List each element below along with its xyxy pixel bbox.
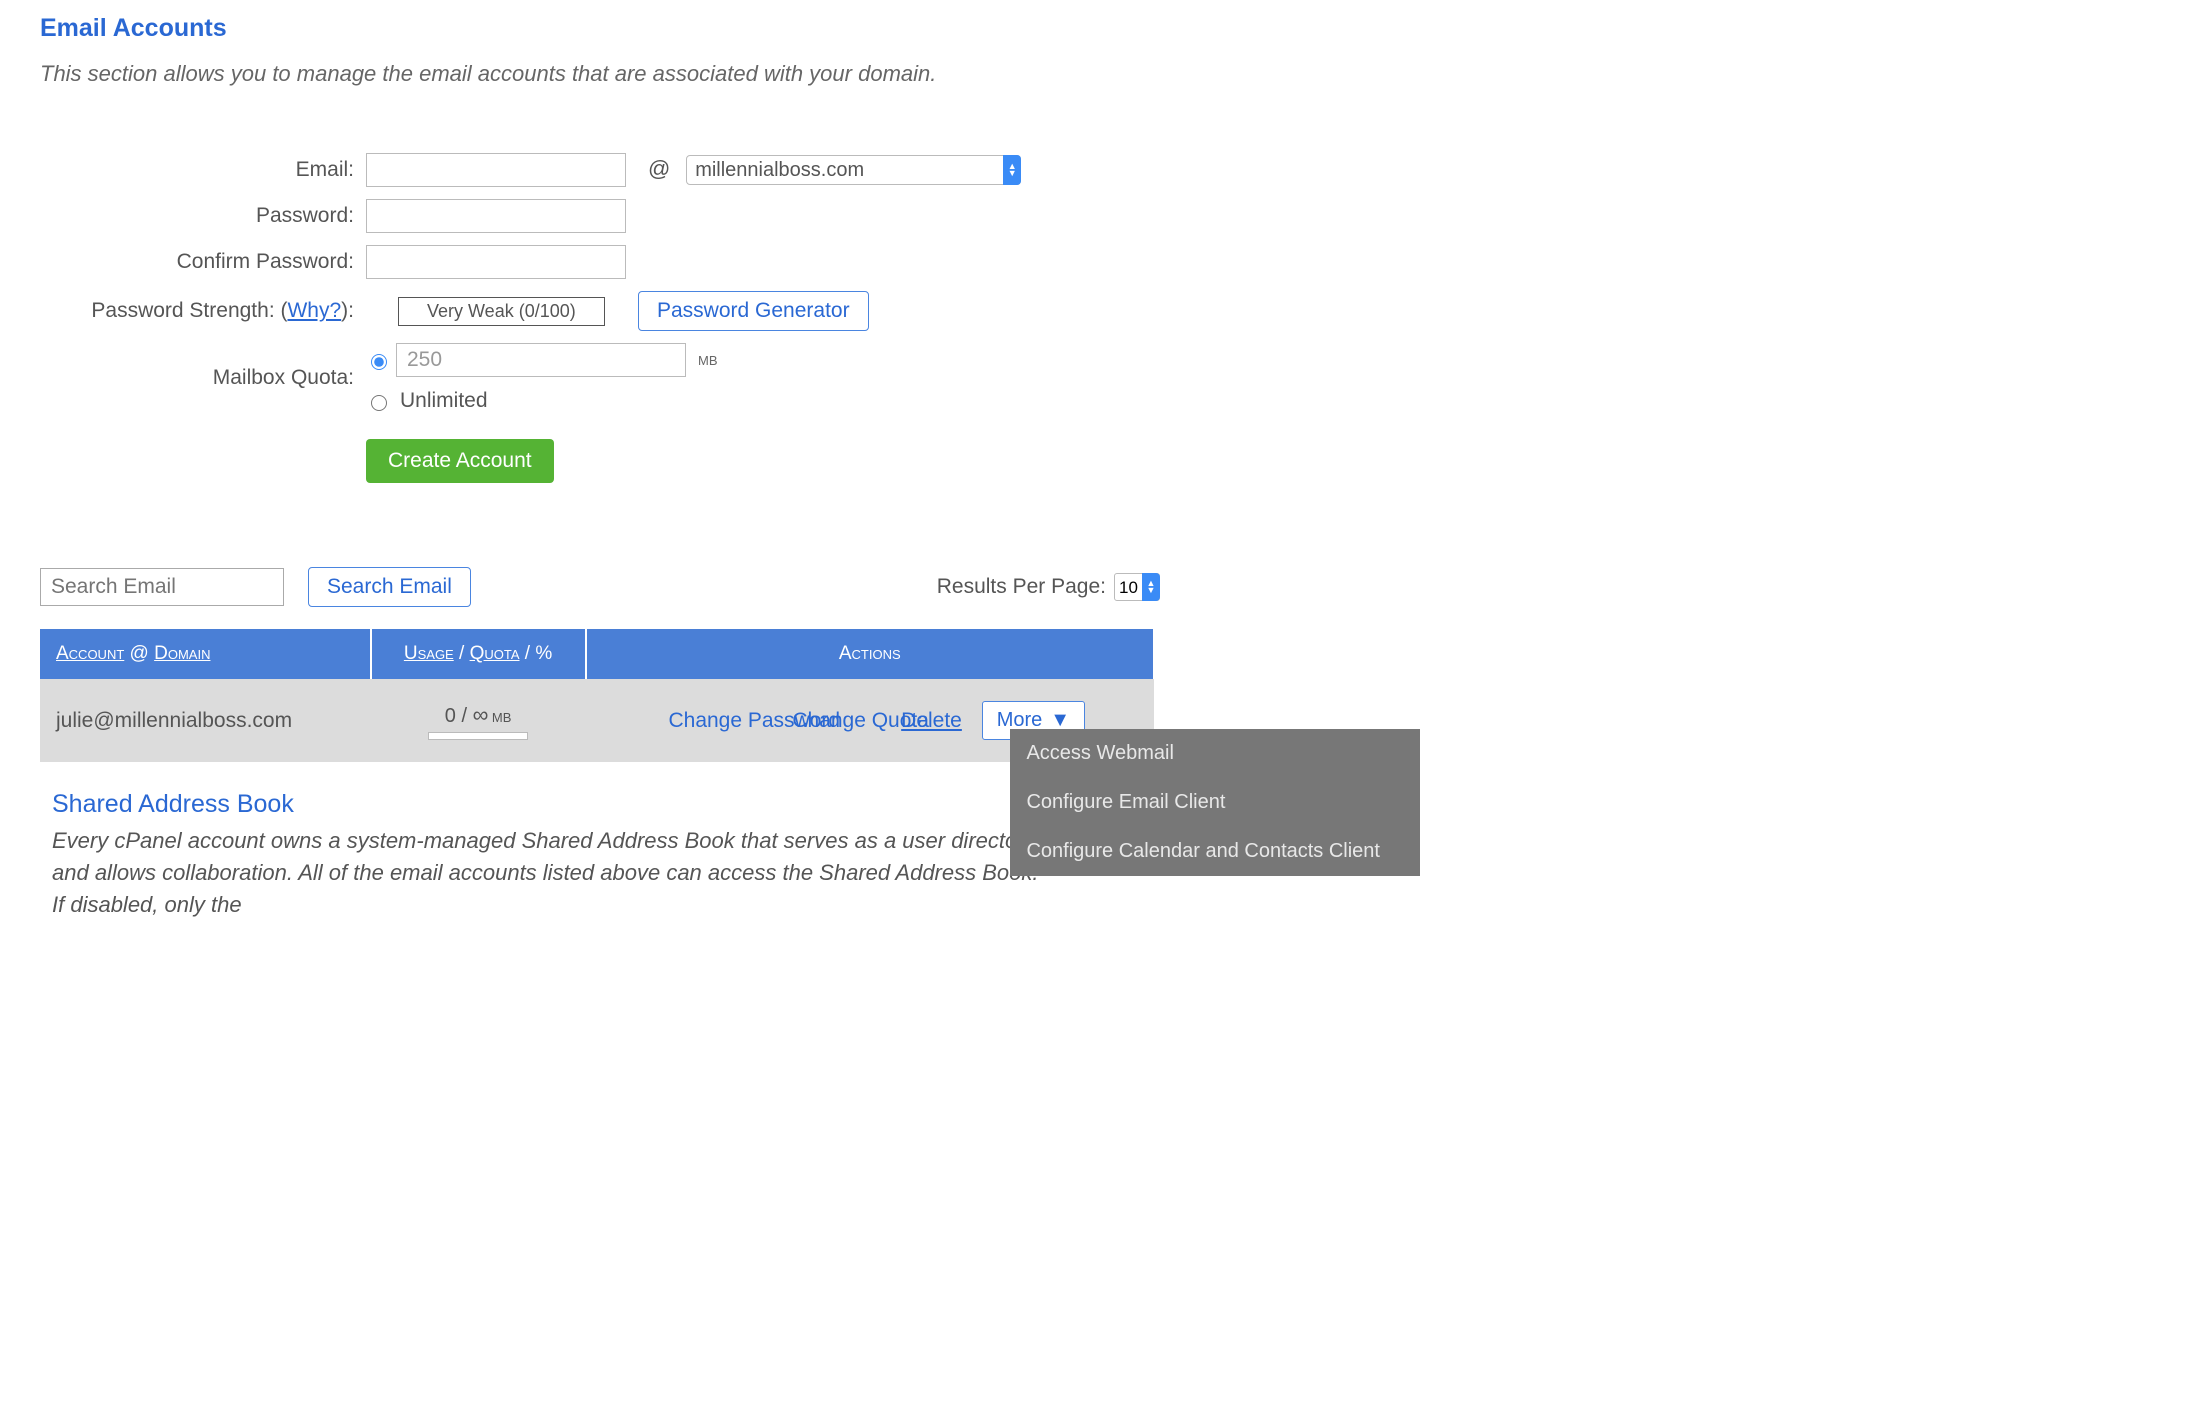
search-email-input[interactable] [40, 568, 284, 606]
col-usage[interactable]: Usage / Quota / % [371, 629, 586, 679]
unlimited-label: Unlimited [396, 389, 488, 413]
password-label: Password: [40, 193, 360, 239]
menu-configure-email-client[interactable]: Configure Email Client [1010, 778, 1420, 827]
menu-access-webmail[interactable]: Access Webmail [1010, 729, 1420, 778]
create-email-form: Email: @ millennialboss.com ▲▼ Password:… [40, 147, 1027, 489]
search-email-button[interactable]: Search Email [308, 567, 471, 607]
email-accounts-table: Account @ Domain Usage / Quota / % Actio… [40, 629, 1155, 762]
strength-label-prefix: Password Strength: ( [91, 299, 287, 322]
password-strength-meter: Very Weak (0/100) [398, 297, 605, 326]
menu-configure-calendar-contacts[interactable]: Configure Calendar and Contacts Client [1010, 827, 1420, 876]
confirm-password-label: Confirm Password: [40, 239, 360, 285]
quota-unit: MB [692, 353, 718, 368]
domain-select[interactable]: millennialboss.com [686, 155, 1021, 185]
usage-bar [428, 732, 528, 740]
mailbox-quota-label: Mailbox Quota: [40, 337, 360, 419]
why-link[interactable]: Why? [287, 299, 341, 322]
more-dropdown-menu: Access Webmail Configure Email Client Co… [1010, 729, 1420, 876]
account-cell: julie@millennialboss.com [40, 679, 371, 762]
results-per-page-label: Results Per Page: [937, 575, 1106, 599]
change-quota-link[interactable]: Change Quota [792, 706, 867, 735]
change-password-link[interactable]: Change Password [668, 706, 758, 735]
usage-cell: 0 / ∞ MB [371, 679, 586, 762]
create-account-button[interactable]: Create Account [366, 439, 554, 483]
table-row: julie@millennialboss.com 0 / ∞ MB Change… [40, 679, 1154, 762]
password-input[interactable] [366, 199, 626, 233]
col-actions: Actions [586, 629, 1154, 679]
at-sign: @ [638, 156, 680, 181]
confirm-password-input[interactable] [366, 245, 626, 279]
quota-fixed-radio[interactable] [371, 354, 387, 370]
strength-label-suffix: ): [341, 299, 354, 322]
password-generator-button[interactable]: Password Generator [638, 291, 869, 331]
email-label: Email: [40, 147, 360, 193]
quota-input[interactable] [396, 343, 686, 377]
col-account[interactable]: Account @ Domain [40, 629, 371, 679]
email-input[interactable] [366, 153, 626, 187]
quota-unlimited-radio[interactable] [371, 395, 387, 411]
shared-address-book-text: Every cPanel account owns a system-manag… [52, 825, 1052, 921]
page-title: Email Accounts [40, 14, 2182, 43]
delete-link[interactable]: Delete [901, 706, 962, 735]
results-per-page-select[interactable]: 10 [1114, 573, 1160, 601]
intro-text: This section allows you to manage the em… [40, 61, 1140, 87]
